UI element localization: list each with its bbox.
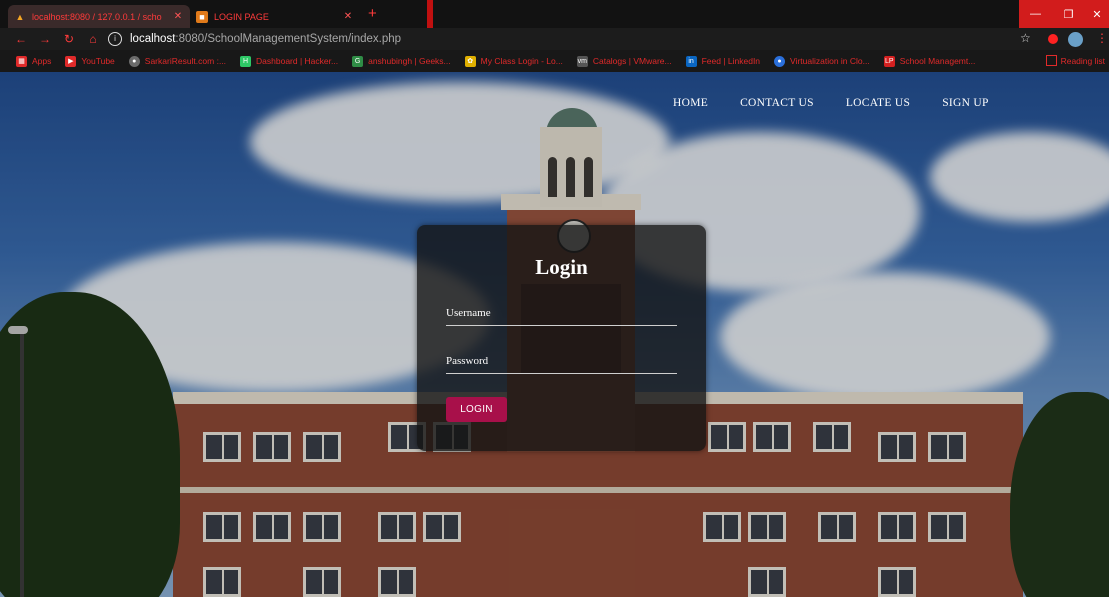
bookmark-label: YouTube	[81, 56, 115, 66]
password-field[interactable]: Password	[446, 355, 677, 374]
hackerrank-icon: H	[240, 55, 252, 67]
bookmarks-bar: ▦ Apps ▶ YouTube ● SarkariResult.com :... H…	[0, 50, 1109, 72]
reload-icon[interactable]: ↻	[62, 32, 76, 46]
username-input[interactable]	[446, 307, 677, 323]
reading-list[interactable]: Reading list	[1045, 55, 1105, 66]
globe-icon: ●	[774, 55, 786, 67]
bookmark-label: Dashboard | Hacker...	[256, 56, 339, 66]
login-button[interactable]: LOGIN	[446, 397, 507, 422]
bookmark-linkedin[interactable]: in Feed | LinkedIn	[685, 55, 761, 67]
page-viewport: HOME CONTACT US LOCATE US SIGN UP Login …	[0, 72, 1109, 597]
bookmark-youtube[interactable]: ▶ YouTube	[65, 55, 115, 67]
forward-arrow-icon[interactable]: →	[38, 32, 52, 46]
new-tab-button[interactable]: +	[368, 6, 377, 21]
bookmark-label: anshubingh | Geeks...	[368, 56, 451, 66]
site-icon: ●	[128, 55, 140, 67]
youtube-icon: ▶	[65, 55, 77, 67]
bookmark-apps[interactable]: ▦ Apps	[16, 55, 52, 67]
url-host: localhost	[130, 33, 176, 45]
nav-home[interactable]: HOME	[673, 97, 708, 109]
lp-icon: LP	[883, 55, 895, 67]
bookmark-virtualization[interactable]: ● Virtualization in Clo...	[774, 55, 870, 67]
page-icon: ■	[196, 10, 208, 23]
menu-dots-icon[interactable]: ⋮	[1096, 31, 1108, 45]
close-icon[interactable]: ✕	[172, 11, 184, 22]
window-close-button[interactable]: ✕	[1085, 0, 1109, 28]
close-icon[interactable]: ✕	[342, 11, 354, 22]
bookmark-geeksforgeeks[interactable]: Ganshubingh | Geeks...	[352, 55, 451, 67]
bookmark-myclass[interactable]: ✿ My Class Login - Lo...	[464, 55, 563, 67]
url-path: :8080/SchoolManagementSystem/index.php	[175, 33, 402, 45]
linkedin-icon: in	[685, 55, 697, 67]
bookmark-sarkari[interactable]: ● SarkariResult.com :...	[128, 55, 227, 67]
bookmark-label: School Managemt...	[899, 56, 976, 66]
info-icon[interactable]: i	[108, 32, 122, 46]
phpmyadmin-icon: ▲	[15, 11, 25, 22]
apps-grid-icon: ▦	[16, 55, 27, 67]
bookmark-school[interactable]: LP School Managemt...	[883, 55, 976, 67]
bookmark-label: Virtualization in Clo...	[790, 56, 870, 66]
tab-phpmyadmin[interactable]: ▲ localhost:8080 / 127.0.0.1 / scho ✕	[8, 5, 190, 28]
decorative-divider	[427, 0, 433, 28]
home-icon[interactable]: ⌂	[86, 32, 100, 46]
bookmark-label: SarkariResult.com :...	[144, 56, 227, 66]
profile-avatar[interactable]	[1068, 32, 1083, 47]
reading-list-label: Reading list	[1060, 55, 1105, 66]
bookmark-hackerrank[interactable]: H Dashboard | Hacker...	[240, 55, 339, 67]
tab-login-page[interactable]: ■ LOGIN PAGE ✕	[190, 5, 360, 28]
nav-sign-up[interactable]: SIGN UP	[942, 97, 989, 109]
bookmark-label: Feed | LinkedIn	[701, 56, 761, 66]
browser-tab-bar: ▲ localhost:8080 / 127.0.0.1 / scho ✕ ■ …	[0, 0, 1109, 28]
browser-toolbar: ← → ↻ ⌂ i localhost:8080/SchoolManagemen…	[0, 28, 1109, 50]
bookmark-label: Catalogs | VMware...	[592, 56, 672, 66]
nav-locate-us[interactable]: LOCATE US	[846, 97, 910, 109]
nav-contact-us[interactable]: CONTACT US	[740, 97, 814, 109]
tab-title: LOGIN PAGE	[214, 11, 269, 22]
address-bar[interactable]: i localhost:8080/SchoolManagementSystem/…	[108, 30, 1038, 48]
login-card: Login Username Password LOGIN	[417, 225, 706, 451]
class-icon: ✿	[464, 55, 476, 67]
minimize-button[interactable]: —	[1019, 0, 1052, 28]
username-field[interactable]: Username	[446, 307, 677, 326]
back-arrow-icon[interactable]: ←	[14, 32, 28, 46]
geeksforgeeks-icon: G	[352, 55, 364, 67]
username-underline	[446, 325, 677, 326]
vmware-icon: vm	[576, 55, 588, 67]
tab-title: localhost:8080 / 127.0.0.1 / scho	[32, 11, 162, 22]
bookmark-star-icon[interactable]: ☆	[1020, 31, 1031, 45]
password-underline	[446, 373, 677, 374]
bookmark-vmware[interactable]: vm Catalogs | VMware...	[576, 55, 672, 67]
site-nav: HOME CONTACT US LOCATE US SIGN UP	[673, 97, 1021, 109]
extension-icon[interactable]	[1048, 34, 1058, 44]
password-input[interactable]	[446, 355, 677, 371]
bookmark-label: My Class Login - Lo...	[480, 56, 563, 66]
login-title: Login	[535, 255, 588, 279]
bookmark-label: Apps	[32, 56, 52, 66]
maximize-button[interactable]: ❐	[1052, 0, 1085, 28]
reading-list-icon	[1045, 55, 1057, 66]
